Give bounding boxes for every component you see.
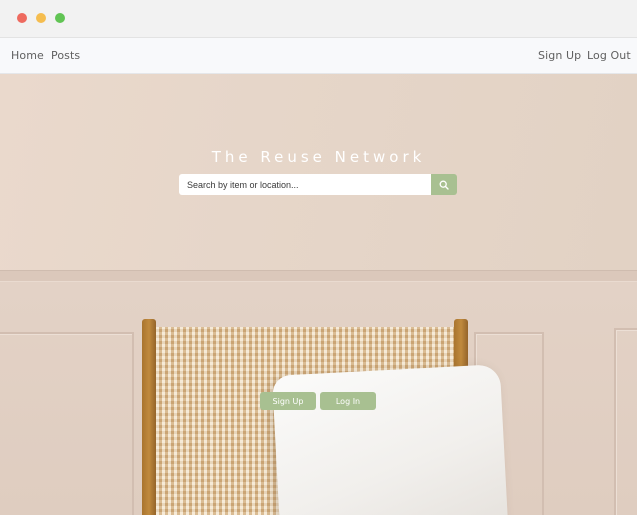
hero-sign-up-button[interactable]: Sign Up: [260, 392, 316, 410]
close-window-button[interactable]: [17, 13, 27, 23]
navbar: Home Posts Sign Up Log Out: [0, 38, 637, 74]
pillow-image: [271, 364, 509, 515]
nav-link-sign-up[interactable]: Sign Up: [538, 49, 581, 62]
hero-section: The Reuse Network Sign Up Log In: [0, 74, 637, 515]
nav-link-home[interactable]: Home: [11, 49, 44, 62]
window-titlebar: [0, 0, 637, 38]
search-bar: [179, 174, 457, 195]
search-button[interactable]: [431, 174, 457, 195]
hero-log-in-button[interactable]: Log In: [320, 392, 376, 410]
wall-panel: [0, 332, 134, 515]
wall-panel: [614, 328, 637, 515]
nav-link-posts[interactable]: Posts: [51, 49, 80, 62]
nav-link-log-out[interactable]: Log Out: [587, 49, 631, 62]
hero-title: The Reuse Network: [211, 148, 426, 166]
wall-rail: [0, 270, 637, 282]
browser-window: Home Posts Sign Up Log Out The Reuse Net…: [0, 0, 637, 515]
search-input[interactable]: [179, 174, 431, 195]
search-icon: [439, 180, 449, 190]
minimize-window-button[interactable]: [36, 13, 46, 23]
maximize-window-button[interactable]: [55, 13, 65, 23]
hero-background-wall: [0, 74, 637, 270]
chair-post: [142, 319, 156, 515]
